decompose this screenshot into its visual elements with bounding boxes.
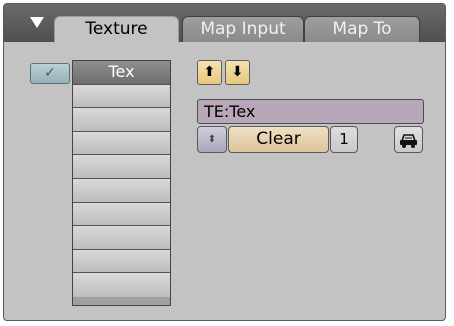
clear-button[interactable]: Clear xyxy=(228,126,329,153)
fake-user-button[interactable] xyxy=(394,126,423,153)
texture-name-field[interactable]: TE:Tex xyxy=(197,99,424,124)
channel-slot-6[interactable] xyxy=(73,178,170,203)
car-icon xyxy=(400,134,417,148)
up-down-icon: ⬍ xyxy=(207,134,217,145)
texture-panel: Texture Map Input Map To ✓ Tex ⬆ ⬇ TE:Te… xyxy=(3,3,446,321)
arrow-up-icon: ⬆ xyxy=(203,64,216,80)
users-count-button[interactable]: 1 xyxy=(330,126,358,153)
panel-header: Texture Map Input Map To xyxy=(4,4,445,43)
tab-texture[interactable]: Texture xyxy=(54,16,179,43)
arrow-down-icon: ⬇ xyxy=(231,64,244,80)
browse-texture-button[interactable]: ⬍ xyxy=(197,126,227,153)
channel-slot-1[interactable]: Tex xyxy=(73,61,170,85)
channel-slot-8[interactable] xyxy=(73,226,170,250)
move-down-button[interactable]: ⬇ xyxy=(225,60,250,85)
channel-enabled-toggle[interactable]: ✓ xyxy=(30,63,70,84)
move-up-button[interactable]: ⬆ xyxy=(197,60,222,85)
channel-slot-2[interactable] xyxy=(73,84,170,109)
collapse-triangle-icon[interactable] xyxy=(30,17,44,28)
channel-slot-7[interactable] xyxy=(73,202,170,227)
channel-slot-10[interactable] xyxy=(73,273,170,297)
channel-slot-3[interactable] xyxy=(73,108,170,132)
channel-slot-5[interactable] xyxy=(73,155,170,179)
texture-channel-list: Tex xyxy=(72,60,171,306)
tab-map-to[interactable]: Map To xyxy=(304,16,420,42)
tab-map-input[interactable]: Map Input xyxy=(182,16,304,42)
channel-slot-4[interactable] xyxy=(73,131,170,156)
channel-slot-9[interactable] xyxy=(73,249,170,274)
